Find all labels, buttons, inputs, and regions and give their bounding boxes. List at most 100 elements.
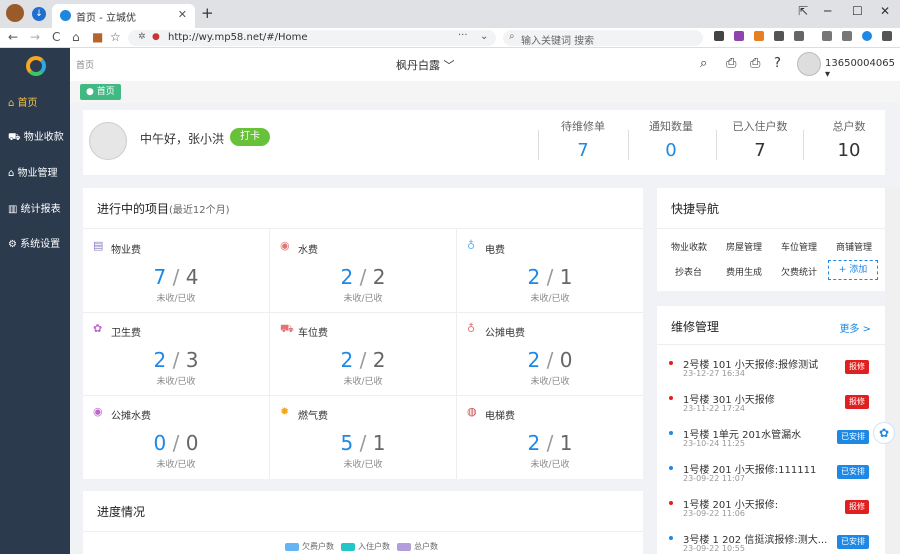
puzzle-icon[interactable] <box>794 31 804 41</box>
print-icon[interactable]: ⎙ <box>726 56 736 71</box>
doc-icon: ▤ <box>93 239 104 252</box>
quick-link[interactable]: 物业收款 <box>671 240 707 253</box>
legend-item[interactable]: 总户数 <box>397 541 438 552</box>
url-text[interactable]: http://wy.mp58.net/#/Home <box>168 32 308 43</box>
status-badge: 报修 <box>845 360 869 374</box>
project-ratio: 2 / 0 <box>527 348 573 372</box>
tag-home[interactable]: ● 首页 <box>80 84 121 100</box>
project-sub-label: 未收/已收 <box>530 294 570 304</box>
quick-link[interactable]: 房屋管理 <box>726 240 762 253</box>
sidebar-item-label: 统计报表 <box>20 204 61 215</box>
quick-link[interactable]: 费用生成 <box>726 265 762 278</box>
more-link[interactable]: 更多 > <box>839 320 871 335</box>
extension-purple-icon[interactable] <box>734 31 744 41</box>
site-info-icon[interactable]: ✲ <box>138 32 146 42</box>
profile-avatar-icon[interactable] <box>6 4 24 22</box>
stat-value: 7 <box>754 140 766 161</box>
close-window-button[interactable]: ✕ <box>880 4 890 18</box>
quick-link[interactable]: 抄表台 <box>675 265 702 278</box>
checkin-button[interactable]: 打卡 <box>230 128 270 146</box>
project-card[interactable]: ◉ 水费 2 / 2 未收/已收 <box>270 229 456 312</box>
reload-button[interactable]: C <box>52 30 60 44</box>
undo-icon[interactable] <box>842 31 852 41</box>
avatar[interactable] <box>797 52 821 76</box>
sidebar-item-settings[interactable]: ⚙ 系统设置 <box>8 235 70 250</box>
project-ratio: 2 / 3 <box>153 348 199 372</box>
project-name: 水费 <box>298 245 318 256</box>
project-card[interactable]: ✿ 卫生费 2 / 3 未收/已收 <box>83 312 269 395</box>
project-sub-label: 未收/已收 <box>530 460 570 470</box>
project-card[interactable]: ⛟ 车位费 2 / 2 未收/已收 <box>270 312 456 395</box>
legend-swatch <box>397 542 411 551</box>
back-button[interactable]: ← <box>8 30 18 44</box>
quick-link[interactable]: 欠费统计 <box>781 265 817 278</box>
quick-link[interactable]: 车位管理 <box>781 240 817 253</box>
printer-icon[interactable]: ⎙ <box>750 56 760 71</box>
downloads-icon[interactable]: ↓ <box>32 7 46 21</box>
extension-icon[interactable]: ■ <box>92 30 103 44</box>
sidebar-item-payments[interactable]: ⛟ 物业收款 <box>8 128 70 145</box>
stat-pending-repairs[interactable]: 待维修单 7 <box>538 118 628 161</box>
favorites-icon[interactable]: ☆ <box>110 30 121 44</box>
search-box[interactable]: ⌕ 输入关键词 搜索 <box>503 30 703 47</box>
maximize-button[interactable]: ☐ <box>852 4 863 18</box>
url-dropdown-icon[interactable]: ⌄ <box>480 31 488 42</box>
project-card[interactable]: ♁ 电费 2 / 1 未收/已收 <box>457 229 643 312</box>
stat-label: 待维修单 <box>561 120 605 133</box>
quick-link[interactable]: 商铺管理 <box>836 240 872 253</box>
screen-icon[interactable] <box>774 31 784 41</box>
project-card[interactable]: ◍ 电梯费 2 / 1 未收/已收 <box>457 395 643 478</box>
url-bar[interactable]: ✲ ● http://wy.mp58.net/#/Home ··· ⌄ <box>128 30 496 46</box>
new-tab-button[interactable]: + <box>201 4 214 22</box>
repair-date: 23-11-22 17:24 <box>683 404 745 413</box>
sidebar-item-reports[interactable]: ▥ 统计报表 <box>8 200 70 215</box>
project-ratio: 2 / 2 <box>340 265 386 289</box>
legend-item[interactable]: 欠费户数 <box>285 541 334 552</box>
browser-tab[interactable]: 首页 - 立城优 ✕ <box>52 4 195 28</box>
water-icon: ◉ <box>280 239 290 252</box>
project-sub-label: 未收/已收 <box>343 460 383 470</box>
project-select[interactable]: 枫丹白露 ﹀ <box>396 57 455 73</box>
search-icon[interactable]: ⌕ <box>700 56 707 71</box>
home-button[interactable]: ⌂ <box>72 30 80 44</box>
stat-label: 已入住户数 <box>732 120 788 133</box>
sidebar-item-home[interactable]: ⌂ 首页 <box>8 94 70 109</box>
scrollbar[interactable] <box>885 188 900 554</box>
legend-item[interactable]: 入住户数 <box>341 541 390 552</box>
panel-title: 维修管理 <box>671 320 720 334</box>
menu-icon[interactable] <box>882 31 892 41</box>
project-card[interactable]: ♁ 公摊电费 2 / 0 未收/已收 <box>457 312 643 395</box>
paid-count: 1 <box>559 431 573 455</box>
project-ratio: 5 / 1 <box>340 431 386 455</box>
projects-panel: 进行中的项目(最近12个月) ▤ 物业费 7 / 4 未收/已收 ◉ 水费 2 / 2 未收/… <box>83 188 643 479</box>
sidebar-item-property[interactable]: ⌂ 物业管理 <box>8 164 70 179</box>
stat-notifications[interactable]: 通知数量 0 <box>626 118 716 161</box>
restore-icon[interactable]: ⇱ <box>798 4 808 18</box>
repair-date: 23-10-24 11:25 <box>683 439 745 448</box>
help-icon[interactable]: ? <box>774 56 781 71</box>
breadcrumb[interactable]: 首页 <box>76 58 94 71</box>
project-card[interactable]: ▤ 物业费 7 / 4 未收/已收 <box>83 229 269 312</box>
game-icon[interactable] <box>754 31 764 41</box>
forward-button[interactable]: → <box>30 30 40 44</box>
download-icon[interactable] <box>822 31 832 41</box>
project-sub-label: 未收/已收 <box>156 377 196 387</box>
unpaid-count: 7 <box>153 265 167 289</box>
paid-count: 3 <box>185 348 199 372</box>
app-header: 首页 枫丹白露 ﹀ ⌕ ⎙ ⎙ ? 13650004065 ▾ <box>70 48 900 81</box>
scissors-icon[interactable] <box>714 31 724 41</box>
account-menu[interactable]: 13650004065 ▾ <box>825 58 900 80</box>
sidebar: ⌂ 首页 ⛟ 物业收款 ⌂ 物业管理 ▥ 统计报表 ⚙ 系统设置 <box>0 48 70 554</box>
minimize-button[interactable]: ─ <box>824 4 831 18</box>
sidebar-item-label: 物业收款 <box>23 132 64 143</box>
app-logo-icon[interactable] <box>26 56 46 76</box>
url-menu-icon[interactable]: ··· <box>458 30 468 41</box>
float-assist-icon[interactable]: ✿ <box>873 422 895 444</box>
add-shortcut-button[interactable]: + 添加 <box>828 260 878 280</box>
tab-close-icon[interactable]: ✕ <box>178 8 187 21</box>
browser-logo-icon[interactable] <box>862 31 872 41</box>
paid-count: 2 <box>372 265 386 289</box>
project-card[interactable]: ◉ 公摊水费 0 / 0 未收/已收 <box>83 395 269 478</box>
legend-label: 欠费户数 <box>302 542 334 551</box>
project-card[interactable]: ✹ 燃气费 5 / 1 未收/已收 <box>270 395 456 478</box>
